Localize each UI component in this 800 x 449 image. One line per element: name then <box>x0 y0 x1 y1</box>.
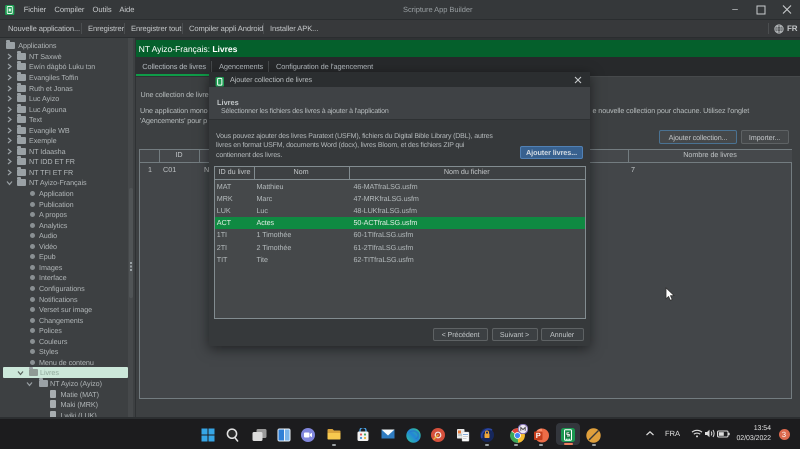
svg-text:P: P <box>535 431 540 440</box>
